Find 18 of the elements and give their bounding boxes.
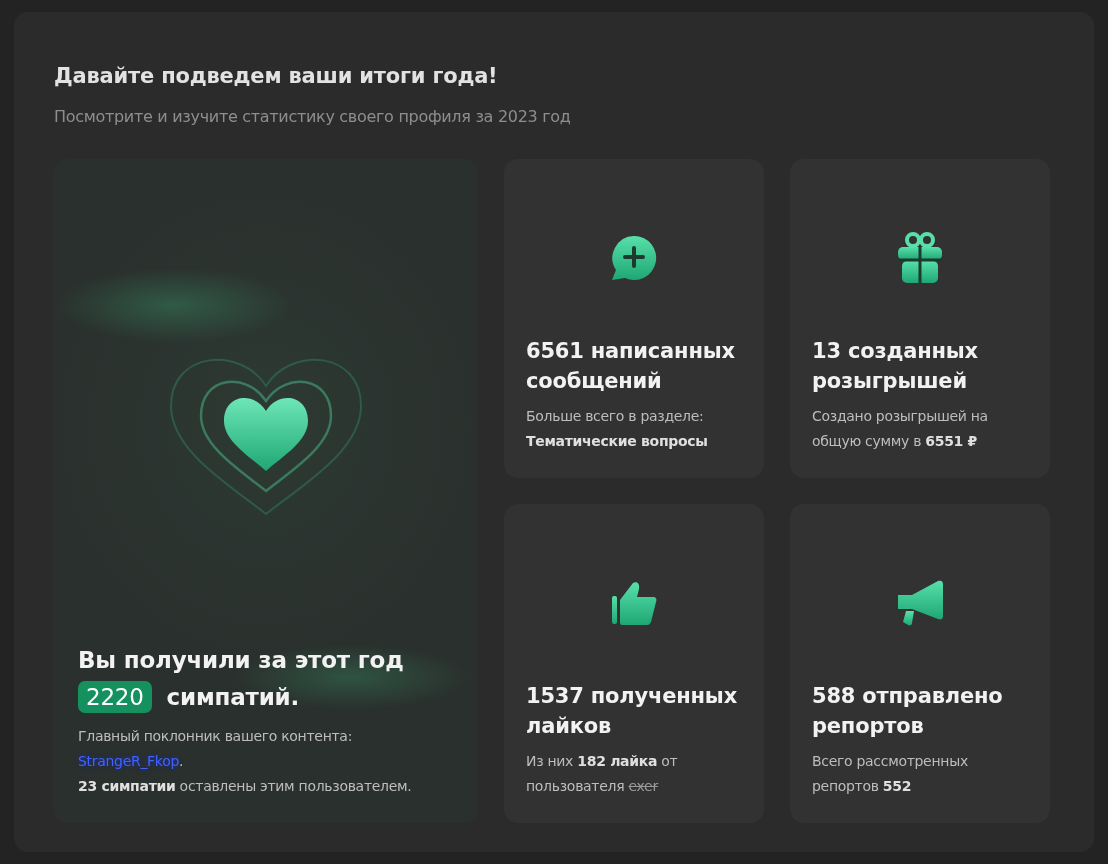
- stat-description: Из них 182 лайка от пользователя exer: [526, 752, 679, 797]
- chat-plus-icon: [610, 233, 658, 282]
- highlight-suffix: симпатий.: [165, 684, 299, 711]
- stat-description: Больше всего в разделе: Тематические вопросы: [526, 407, 709, 452]
- stat-title: 588 отправлено репортов: [812, 683, 1004, 741]
- stat-title: 6561 написанных сообщений: [526, 338, 736, 396]
- page-title: Давайте подведем ваши итоги года!: [54, 64, 499, 90]
- megaphone-icon: [896, 578, 944, 627]
- stat-description: Создано розыгрышей на общую сумму в 6551 ₽: [812, 407, 989, 452]
- fan-text: Главный поклонник вашего контента: StrangeR_Fkop. 23 симпатии оставлены этим пользователем.: [78, 727, 413, 797]
- page-subtitle: Посмотрите и изучите статистику своего профиля за 2023 год: [54, 106, 572, 129]
- thumbs-up-icon: [611, 579, 657, 626]
- stat-title: 13 созданных розыгрышей: [812, 338, 979, 396]
- stat-title: 1537 полученных лайков: [526, 683, 738, 741]
- highlight-title: Вы получили за этот год: [78, 647, 404, 674]
- gift-icon: [897, 231, 943, 284]
- stat-description: Всего рассмотренных репортов 552: [812, 752, 969, 797]
- likes-count-badge: 2220: [78, 681, 152, 714]
